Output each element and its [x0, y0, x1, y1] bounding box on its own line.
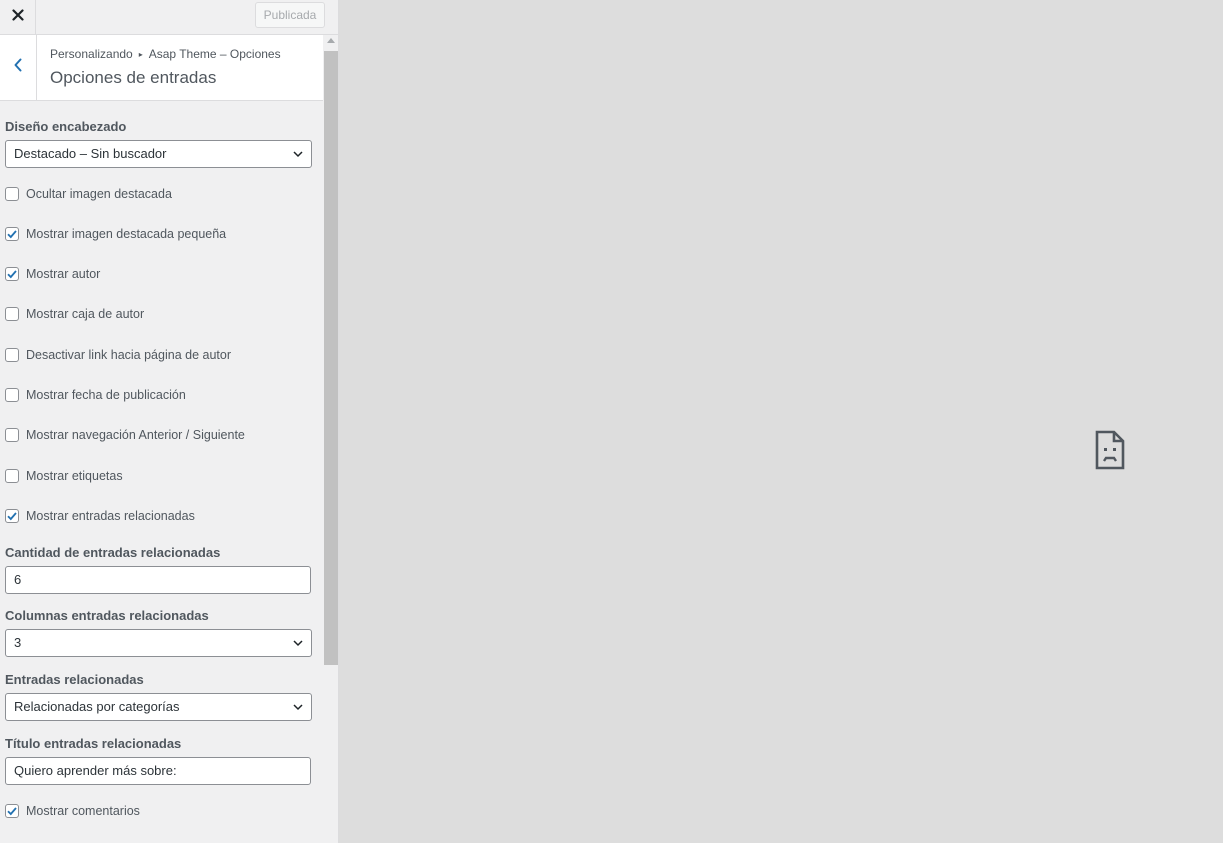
checkbox-row[interactable]: Mostrar autor — [5, 266, 100, 282]
related-posts-value: Relacionadas por categorías — [14, 699, 180, 714]
publish-button[interactable]: Publicada — [255, 2, 325, 28]
related-title-label: Título entradas relacionadas — [5, 736, 182, 751]
chevron-down-icon — [293, 151, 303, 158]
breadcrumb: Personalizando ▸ Asap Theme – Opciones — [50, 47, 281, 61]
sad-page-icon — [1094, 430, 1126, 475]
close-icon — [11, 8, 24, 26]
checkbox-hide-featured-image[interactable] — [5, 187, 19, 201]
section-header: Personalizando ▸ Asap Theme – Opciones Opc… — [0, 35, 323, 101]
checkbox-show-tags[interactable] — [5, 469, 19, 483]
related-columns-value: 3 — [14, 635, 22, 650]
related-title-input[interactable]: Quiero aprender más sobre: — [5, 757, 311, 785]
header-design-select[interactable]: Destacado – Sin buscador — [5, 140, 312, 168]
checkbox-row[interactable]: Mostrar entradas relacionadas — [5, 508, 195, 524]
related-posts-label: Entradas relacionadas — [5, 672, 144, 687]
related-posts-select[interactable]: Relacionadas por categorías — [5, 693, 312, 721]
checkbox-row[interactable]: Mostrar comentarios — [5, 803, 140, 819]
checkbox-label: Mostrar navegación Anterior / Siguiente — [26, 428, 245, 442]
checkbox-show-related-posts[interactable] — [5, 509, 19, 523]
checkbox-label: Mostrar imagen destacada pequeña — [26, 227, 227, 241]
checkbox-show-comments[interactable] — [5, 804, 19, 818]
close-button[interactable] — [0, 0, 36, 34]
checkbox-label: Mostrar fecha de publicación — [26, 388, 186, 402]
checkmark-icon — [7, 807, 17, 816]
checkbox-label: Desactivar link hacia página de autor — [26, 348, 231, 362]
breadcrumb-section: Asap Theme – Opciones — [148, 47, 281, 61]
checkbox-label: Ocultar imagen destacada — [26, 187, 172, 201]
page-title: Opciones de entradas — [50, 68, 217, 87]
checkbox-show-small-featured-image[interactable] — [5, 227, 19, 241]
checkbox-show-prev-next-nav[interactable] — [5, 428, 19, 442]
checkmark-icon — [7, 230, 17, 239]
related-count-label: Cantidad de entradas relacionadas — [5, 545, 221, 560]
checkbox-row[interactable]: Mostrar imagen destacada pequeña — [5, 226, 226, 242]
related-columns-label: Columnas entradas relacionadas — [5, 608, 209, 623]
customizer-sidebar: Publicada Personalizando ▸ Asap Theme – Op… — [0, 0, 339, 843]
breadcrumb-separator: ▸ — [138, 50, 143, 59]
checkbox-disable-author-link[interactable] — [5, 348, 19, 362]
chevron-left-icon — [13, 57, 23, 78]
checkbox-row[interactable]: Ocultar imagen destacada — [5, 186, 172, 202]
checkbox-show-author[interactable] — [5, 267, 19, 281]
checkbox-row[interactable]: Mostrar caja de autor — [5, 306, 144, 322]
checkbox-label: Mostrar autor — [26, 267, 101, 281]
checkbox-row[interactable]: Mostrar fecha de publicación — [5, 387, 186, 403]
checkbox-row[interactable]: Mostrar navegación Anterior / Siguiente — [5, 427, 245, 443]
checkbox-label: Mostrar etiquetas — [26, 469, 123, 483]
checkbox-show-author-box[interactable] — [5, 307, 19, 321]
related-columns-select[interactable]: 3 — [5, 629, 312, 657]
checkbox-show-publish-date[interactable] — [5, 388, 19, 402]
checkbox-row[interactable]: Mostrar etiquetas — [5, 468, 123, 484]
checkbox-row[interactable]: Desactivar link hacia página de autor — [5, 347, 231, 363]
checkmark-icon — [7, 512, 17, 521]
customizer-topbar: Publicada — [0, 0, 338, 35]
checkbox-label: Mostrar caja de autor — [26, 307, 145, 321]
scrollbar[interactable] — [323, 35, 338, 843]
preview-frame[interactable] — [340, 0, 1223, 843]
checkbox-label: Mostrar entradas relacionadas — [26, 509, 195, 523]
back-button[interactable] — [0, 35, 37, 100]
header-design-value: Destacado – Sin buscador — [14, 146, 167, 161]
scroll-up-arrow-icon[interactable] — [327, 38, 335, 43]
related-count-input[interactable]: 6 — [5, 566, 311, 594]
checkbox-label: Mostrar comentarios — [26, 804, 140, 818]
checkmark-icon — [7, 270, 17, 279]
scrollbar-thumb[interactable] — [324, 51, 338, 665]
header-design-label: Diseño encabezado — [5, 119, 127, 134]
breadcrumb-root: Personalizando — [50, 47, 133, 61]
chevron-down-icon — [293, 704, 303, 711]
chevron-down-icon — [293, 640, 303, 647]
